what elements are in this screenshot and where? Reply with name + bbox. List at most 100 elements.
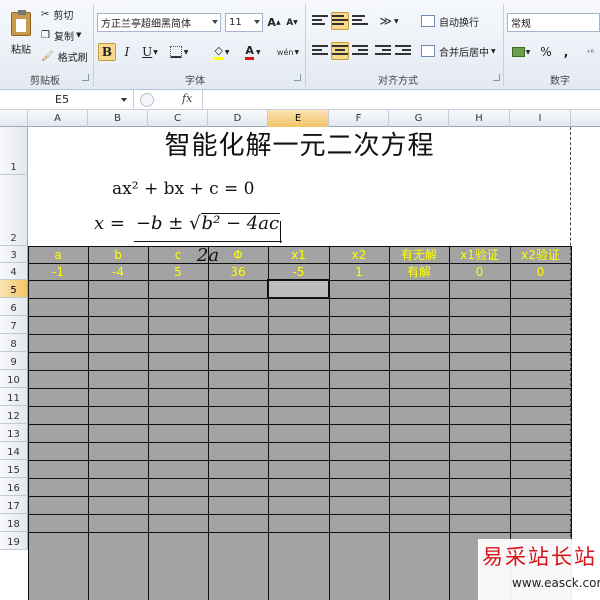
column-header-B[interactable]: B [88, 110, 148, 127]
column-header-E[interactable]: E [268, 110, 329, 127]
font-name-select[interactable]: 方正兰亭超细黑简体 [97, 13, 221, 32]
align-bottom-button[interactable] [351, 12, 369, 30]
row-header-16[interactable]: 16 [0, 478, 28, 496]
formula-input[interactable] [202, 90, 600, 109]
paint-bucket-icon: ◇ [214, 44, 223, 60]
shrink-font-button[interactable]: A ▼ [284, 13, 300, 32]
increase-indent-button[interactable] [394, 42, 412, 60]
comma-label: , [563, 45, 569, 59]
cell-header-I3[interactable]: x2验证 [510, 247, 571, 263]
formula-radicand: b² − 4ac [200, 213, 281, 234]
row-header-label: 14 [7, 447, 20, 458]
borders-button[interactable]: ▼ [166, 43, 192, 61]
merge-center-button[interactable]: 合并后居中 ▼ [420, 42, 497, 60]
align-middle-button[interactable] [331, 12, 349, 30]
align-center-button[interactable] [331, 42, 349, 60]
cell-value-E4[interactable]: -5 [268, 264, 329, 280]
cell-value-G4[interactable]: 有解 [389, 264, 449, 280]
column-header-D[interactable]: D [208, 110, 268, 127]
row-header-label: 15 [7, 465, 20, 476]
number-format-select[interactable]: 常规 [507, 13, 600, 32]
row-header-5[interactable]: 5 [0, 280, 28, 298]
cell-header-H3[interactable]: x1验证 [449, 247, 510, 263]
align-top-button[interactable] [311, 12, 329, 30]
row-header-18[interactable]: 18 [0, 514, 28, 532]
cell-value-F4[interactable]: 1 [329, 264, 389, 280]
row-header-13[interactable]: 13 [0, 424, 28, 442]
cell-border-horizontal [28, 460, 571, 461]
cell-border-horizontal [28, 496, 571, 497]
row-header-label: 17 [7, 501, 20, 512]
wrap-text-button[interactable]: 自动换行 [420, 12, 480, 30]
row-header-10[interactable]: 10 [0, 370, 28, 388]
fill-color-button[interactable]: ◇ ▼ [208, 43, 236, 61]
scissors-icon: ✂ [41, 8, 50, 20]
column-header-C[interactable]: C [148, 110, 208, 127]
italic-button[interactable]: I [119, 43, 135, 61]
row-header-7[interactable]: 7 [0, 316, 28, 334]
row-header-2[interactable]: 2 [0, 175, 28, 246]
cell-header-F3[interactable]: x2 [329, 247, 389, 263]
copy-button[interactable]: ❐ 复制 ▼ [40, 27, 82, 43]
underline-button[interactable]: U ▼ [138, 43, 162, 61]
grow-font-button[interactable]: A ▲ [266, 13, 282, 32]
cell-value-A4[interactable]: -1 [28, 264, 88, 280]
decrease-indent-button[interactable] [374, 42, 392, 60]
cell-border-horizontal [28, 263, 571, 264]
align-center-icon [332, 45, 348, 57]
select-all-corner[interactable] [0, 110, 28, 127]
row-header-12[interactable]: 12 [0, 406, 28, 424]
clipboard-launcher-icon[interactable] [82, 74, 89, 81]
column-header-A[interactable]: A [28, 110, 88, 127]
formula-bar-handle-icon[interactable] [140, 93, 154, 107]
sheet-title[interactable]: 智能化解一元二次方程 [28, 127, 571, 165]
cell-header-A3[interactable]: a [28, 247, 88, 263]
formula-bar: E5 fx [0, 90, 600, 110]
orientation-button[interactable]: ≫ ▼ [374, 12, 404, 30]
cell-value-D4[interactable]: 36 [208, 264, 268, 280]
cut-button[interactable]: ✂ 剪切 [40, 6, 74, 22]
column-headers: ABCDEFGHI [0, 110, 600, 127]
cell-value-B4[interactable]: -4 [88, 264, 148, 280]
column-header-G[interactable]: G [389, 110, 449, 127]
active-cell-E5[interactable] [267, 279, 330, 299]
row-header-19[interactable]: 19 [0, 532, 28, 550]
row-header-11[interactable]: 11 [0, 388, 28, 406]
cell-value-I4[interactable]: 0 [510, 264, 571, 280]
paste-button[interactable]: 粘贴 [4, 4, 38, 64]
column-header-I[interactable]: I [510, 110, 571, 127]
border-icon [169, 46, 182, 58]
column-header-H[interactable]: H [449, 110, 510, 127]
row-header-4[interactable]: 4 [0, 263, 28, 280]
column-header-F[interactable]: F [329, 110, 389, 127]
column-header-overflow[interactable] [571, 110, 600, 127]
row-header-9[interactable]: 9 [0, 352, 28, 370]
font-color-button[interactable]: A ▼ [240, 43, 266, 61]
currency-button[interactable]: ▼ [509, 43, 533, 61]
font-size-select[interactable]: 11 [225, 13, 263, 32]
comma-style-button[interactable]: , [560, 43, 572, 61]
phonetic-button[interactable]: wén ▼ [274, 43, 302, 61]
format-painter-button[interactable]: 🖌 格式刷 [40, 48, 89, 64]
row-header-1[interactable]: 1 [0, 127, 28, 175]
row-header-8[interactable]: 8 [0, 334, 28, 352]
increase-decimal-button[interactable]: ⁺⁰ [582, 43, 598, 61]
alignment-launcher-icon[interactable] [493, 74, 500, 81]
name-box[interactable]: E5 [0, 90, 134, 109]
row-header-14[interactable]: 14 [0, 442, 28, 460]
cell-value-C4[interactable]: 5 [148, 264, 208, 280]
alignment-group-title: 对齐方式 [378, 76, 418, 87]
worksheet[interactable]: ABCDEFGHI 1 2 3 4 5 6 7 8 9 10 11 12 13 14 15 16 17 18 19 … [0, 110, 600, 600]
bold-button[interactable]: B [98, 43, 116, 61]
align-right-button[interactable] [351, 42, 369, 60]
row-header-3[interactable]: 3 [0, 246, 28, 263]
cell-value-H4[interactable]: 0 [449, 264, 510, 280]
row-header-15[interactable]: 15 [0, 460, 28, 478]
insert-function-button[interactable]: fx [182, 92, 192, 105]
row-header-17[interactable]: 17 [0, 496, 28, 514]
row-header-6[interactable]: 6 [0, 298, 28, 316]
align-left-button[interactable] [311, 42, 329, 60]
percent-button[interactable]: % [538, 43, 554, 61]
cell-header-G3[interactable]: 有无解 [389, 247, 449, 263]
font-launcher-icon[interactable] [294, 74, 301, 81]
